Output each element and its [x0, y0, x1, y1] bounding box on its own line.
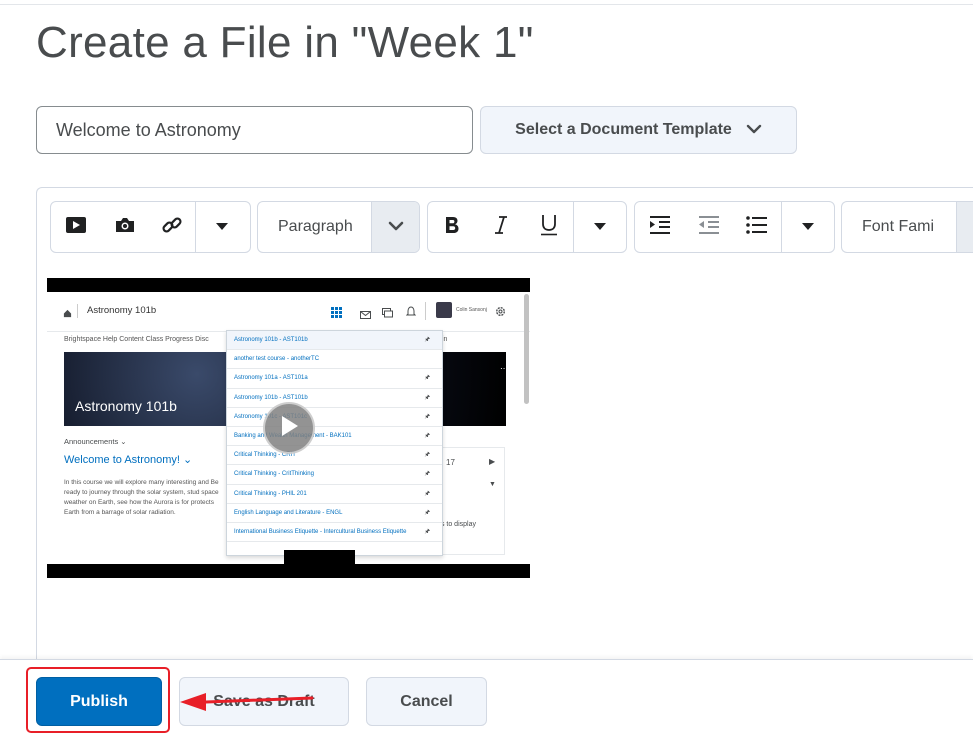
divider [425, 302, 426, 320]
video-dark-bar [284, 550, 355, 564]
outdent-icon [698, 215, 720, 240]
video-course-dropdown: Astronomy 101b - AST101b 🖈 another test c… [226, 330, 443, 556]
block-format-label: Paragraph [278, 218, 353, 235]
bullet-list-button[interactable] [733, 202, 781, 252]
font-family-dropdown[interactable] [956, 202, 973, 252]
list-item: International Business Etiquette - Inter… [227, 523, 442, 543]
bell-icon [405, 304, 417, 322]
underline-icon [540, 214, 558, 241]
font-family-label: Font Fami [862, 218, 935, 235]
video-welcome-heading: Welcome to Astronomy! ⌄ [64, 454, 193, 466]
indent-button[interactable] [635, 202, 684, 252]
play-icon [279, 415, 299, 442]
text-style-more-button[interactable] [574, 202, 626, 252]
caret-down-icon: ▼ [489, 481, 496, 488]
red-arrow-icon [180, 693, 314, 711]
camera-icon [114, 217, 136, 238]
block-format-dropdown[interactable] [371, 202, 419, 252]
cancel-button[interactable]: Cancel [366, 677, 487, 726]
gear-icon [495, 304, 506, 322]
video-play-button[interactable] [263, 402, 315, 454]
page-title: Create a File in "Week 1" [36, 18, 534, 67]
title-input[interactable]: Welcome to Astronomy [36, 106, 473, 154]
list-item: another test course - anotherTC [227, 350, 442, 370]
video-right-card-text: ts to display [439, 521, 476, 528]
caret-down-icon [802, 218, 814, 236]
link-icon [161, 214, 183, 241]
list-item: Astronomy 101a - AST101a 🖈 [227, 369, 442, 389]
video-course-menu: Brightspace Help Content Class Progress … [64, 336, 447, 343]
underline-button[interactable] [526, 202, 574, 252]
video-user-name: Colin Sansonj [456, 307, 487, 313]
list-item: Astronomy 101c - AST101c🖈 [227, 408, 442, 427]
video-body-text: In this course we will explore many inte… [64, 479, 219, 516]
more-icon: ⋯ [500, 364, 508, 373]
home-icon [63, 305, 72, 323]
text-style-toolbar-group [427, 201, 627, 253]
top-divider [0, 4, 973, 5]
indent-icon [649, 215, 671, 240]
insert-image-button[interactable] [100, 202, 149, 252]
divider [77, 304, 78, 318]
video-icon [65, 216, 87, 239]
video-course-name: Astronomy 101b [87, 305, 157, 316]
italic-icon [494, 215, 508, 240]
chevron-down-icon [388, 218, 404, 236]
list-toolbar-group [634, 201, 835, 253]
video-course-navbar: Astronomy 101b Colin Sansonj [47, 292, 530, 332]
insert-more-button[interactable] [196, 202, 248, 252]
chevron-down-icon [746, 121, 762, 139]
title-input-value: Welcome to Astronomy [56, 120, 241, 140]
insert-link-button[interactable] [149, 202, 195, 252]
bullet-list-icon [746, 215, 768, 240]
chat-icon [382, 305, 393, 323]
font-family-select[interactable]: Font Fami [841, 201, 973, 253]
video-calendar-day: 17 [446, 458, 455, 467]
list-item: Astronomy 101b - AST101b 🖈 [227, 389, 442, 408]
avatar [436, 302, 452, 318]
caret-down-icon [594, 218, 607, 236]
list-item: Critical Thinking - CRIT 🖈 [227, 446, 442, 466]
mail-icon [360, 306, 371, 324]
publish-button[interactable]: Publish [36, 677, 162, 726]
list-item: Critical Thinking - PHIL 201 🖈 [227, 485, 442, 504]
video-scrollbar [524, 294, 529, 404]
insert-toolbar-group [50, 201, 251, 253]
select-template-button[interactable]: Select a Document Template [480, 106, 797, 154]
grid-icon [331, 305, 342, 323]
block-format-select[interactable]: Paragraph [257, 201, 420, 253]
list-item: English Language and Literature - ENGL 🖈 [227, 504, 442, 523]
video-menu-items: Brightspace Help Content Class Progress … [64, 336, 209, 343]
caret-down-icon [216, 218, 228, 236]
insert-video-button[interactable] [51, 202, 100, 252]
italic-button[interactable] [477, 202, 526, 252]
chevron-right-icon: ▶ [489, 457, 496, 466]
list-item: Banking and Wealth Management - BAK101🖈 [227, 427, 442, 447]
list-more-button[interactable] [782, 202, 834, 252]
video-announcements-label: Announcements ⌄ [64, 437, 127, 446]
list-item: Critical Thinking - CritThinking 🖈 [227, 465, 442, 485]
bold-icon [444, 215, 460, 240]
bold-button[interactable] [428, 202, 477, 252]
outdent-button[interactable] [684, 202, 733, 252]
select-template-label: Select a Document Template [515, 121, 732, 138]
list-item: Astronomy 101b - AST101b 🖈 [227, 331, 442, 351]
embedded-video[interactable]: Astronomy 101b Colin Sansonj Brightspace… [47, 278, 530, 578]
video-hero-title: Astronomy 101b [75, 398, 177, 414]
